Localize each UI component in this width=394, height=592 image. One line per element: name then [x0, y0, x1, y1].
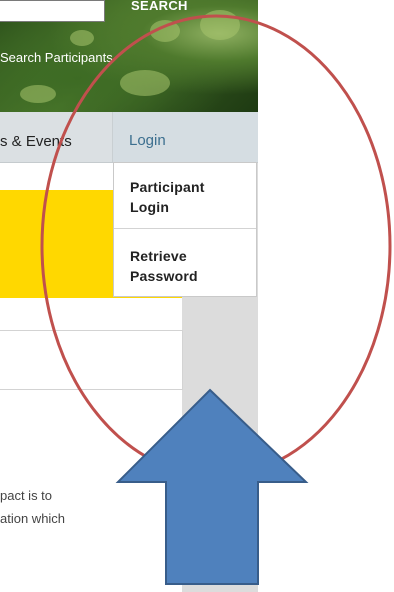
up-arrow-icon: [115, 388, 309, 585]
page: SEARCH Search Participants s & Events Lo…: [0, 0, 394, 592]
annotation-overlay: [40, 14, 392, 585]
